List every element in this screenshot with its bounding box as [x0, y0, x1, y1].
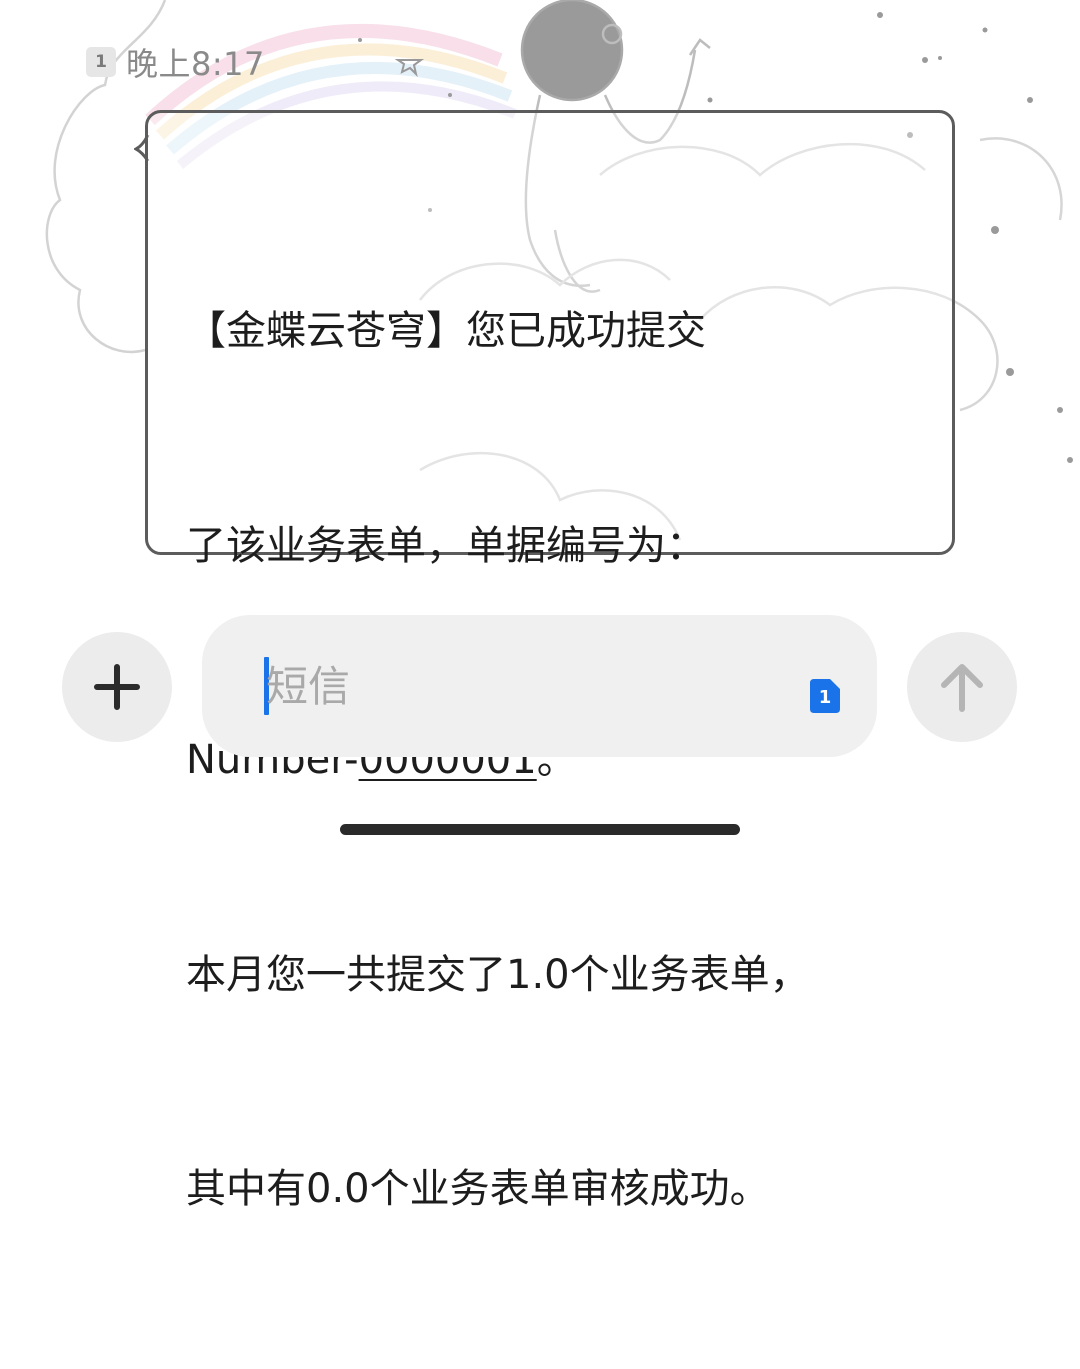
message-line: 了该业务表单，单据编号为：: [186, 522, 706, 569]
message-time: 晚上8:17: [126, 45, 265, 83]
send-button[interactable]: [907, 632, 1017, 742]
plus-icon: [94, 664, 140, 710]
arrow-up-icon: [941, 664, 983, 712]
message-bubble[interactable]: 【金蝶云苍穹】您已成功提交 了该业务表单，单据编号为： Number-00000…: [145, 110, 955, 1212]
sms-input-placeholder: 短信: [266, 662, 351, 711]
message-body: 【金蝶云苍穹】您已成功提交 了该业务表单，单据编号为： Number-00000…: [186, 153, 886, 1369]
message-timestamp-row: 1 晚上8:17: [86, 40, 265, 84]
add-attachment-button[interactable]: [62, 632, 172, 742]
message-line: 【金蝶云苍穹】您已成功提交: [186, 308, 706, 354]
sim-card-badge: 1: [86, 47, 116, 77]
sim-select-label: 1: [818, 686, 832, 708]
sms-input[interactable]: 短信 1: [202, 615, 877, 757]
sim-select-button[interactable]: 1: [810, 679, 840, 713]
home-indicator[interactable]: [340, 824, 740, 835]
message-line: 本月您一共提交了1.0个业务表单，: [186, 951, 810, 998]
message-line: 其中有0.0个业务表单审核成功。: [186, 1166, 770, 1212]
